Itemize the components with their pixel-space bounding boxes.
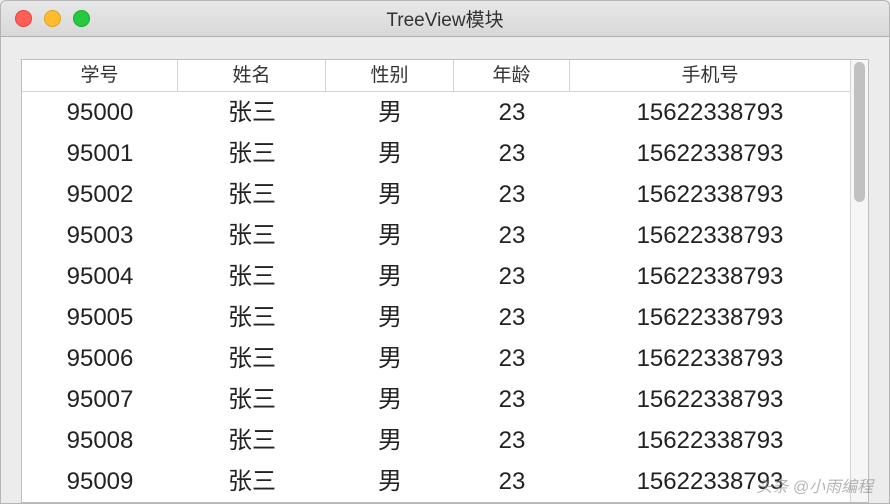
table-cell: 15622338793 <box>570 174 850 215</box>
minimize-icon[interactable] <box>44 10 61 27</box>
table-cell: 15622338793 <box>570 338 850 379</box>
treeview-header-row: 学号 姓名 性别 年龄 手机号 <box>22 60 850 92</box>
table-row[interactable]: 95004张三男2315622338793 <box>22 256 850 297</box>
maximize-icon[interactable] <box>73 10 90 27</box>
table-cell: 95009 <box>22 461 178 502</box>
column-header[interactable]: 性别 <box>326 60 454 91</box>
treeview[interactable]: 学号 姓名 性别 年龄 手机号 95000张三男2315622338793950… <box>21 59 869 503</box>
table-cell: 男 <box>326 256 454 297</box>
table-cell: 23 <box>454 379 570 420</box>
treeview-body: 95000张三男231562233879395001张三男23156223387… <box>22 92 850 502</box>
table-cell: 15622338793 <box>570 133 850 174</box>
table-cell: 23 <box>454 133 570 174</box>
table-cell: 男 <box>326 338 454 379</box>
table-cell: 张三 <box>178 174 326 215</box>
table-cell: 张三 <box>178 215 326 256</box>
scrollbar-thumb[interactable] <box>854 62 865 202</box>
table-row[interactable]: 95003张三男2315622338793 <box>22 215 850 256</box>
table-cell: 23 <box>454 215 570 256</box>
table-cell: 95006 <box>22 338 178 379</box>
table-cell: 23 <box>454 256 570 297</box>
table-cell: 15622338793 <box>570 461 850 502</box>
table-row[interactable]: 95000张三男2315622338793 <box>22 92 850 133</box>
table-cell: 95004 <box>22 256 178 297</box>
table-cell: 张三 <box>178 256 326 297</box>
table-row[interactable]: 95005张三男2315622338793 <box>22 297 850 338</box>
table-cell: 95005 <box>22 297 178 338</box>
table-cell: 张三 <box>178 297 326 338</box>
table-cell: 男 <box>326 174 454 215</box>
table-cell: 男 <box>326 297 454 338</box>
close-icon[interactable] <box>15 10 32 27</box>
table-cell: 15622338793 <box>570 379 850 420</box>
table-cell: 95008 <box>22 420 178 461</box>
column-header[interactable]: 姓名 <box>178 60 326 91</box>
column-header[interactable]: 学号 <box>22 60 178 91</box>
table-row[interactable]: 95009张三男2315622338793 <box>22 461 850 502</box>
table-cell: 男 <box>326 379 454 420</box>
content-area: 学号 姓名 性别 年龄 手机号 95000张三男2315622338793950… <box>1 37 889 503</box>
table-cell: 95003 <box>22 215 178 256</box>
table-cell: 23 <box>454 338 570 379</box>
table-cell: 95000 <box>22 92 178 133</box>
table-cell: 15622338793 <box>570 420 850 461</box>
table-cell: 男 <box>326 215 454 256</box>
table-cell: 95002 <box>22 174 178 215</box>
traffic-lights <box>1 10 90 27</box>
titlebar: TreeView模块 <box>1 1 889 37</box>
table-cell: 张三 <box>178 338 326 379</box>
table-cell: 23 <box>454 174 570 215</box>
table-cell: 男 <box>326 133 454 174</box>
treeview-table: 学号 姓名 性别 年龄 手机号 95000张三男2315622338793950… <box>22 60 850 502</box>
table-row[interactable]: 95001张三男2315622338793 <box>22 133 850 174</box>
table-cell: 23 <box>454 420 570 461</box>
table-cell: 男 <box>326 461 454 502</box>
table-cell: 15622338793 <box>570 92 850 133</box>
table-cell: 23 <box>454 461 570 502</box>
table-cell: 张三 <box>178 92 326 133</box>
table-row[interactable]: 95002张三男2315622338793 <box>22 174 850 215</box>
column-header[interactable]: 手机号 <box>570 60 850 91</box>
table-cell: 15622338793 <box>570 256 850 297</box>
table-cell: 95007 <box>22 379 178 420</box>
table-cell: 95001 <box>22 133 178 174</box>
table-cell: 张三 <box>178 379 326 420</box>
column-header[interactable]: 年龄 <box>454 60 570 91</box>
window-title: TreeView模块 <box>1 5 889 32</box>
table-cell: 张三 <box>178 420 326 461</box>
vertical-scrollbar[interactable] <box>850 60 868 502</box>
table-row[interactable]: 95006张三男2315622338793 <box>22 338 850 379</box>
table-cell: 15622338793 <box>570 297 850 338</box>
table-cell: 15622338793 <box>570 215 850 256</box>
table-cell: 张三 <box>178 461 326 502</box>
app-window: TreeView模块 学号 姓名 性别 年龄 手机号 95000张三男23156… <box>0 0 890 504</box>
table-cell: 男 <box>326 420 454 461</box>
table-cell: 23 <box>454 297 570 338</box>
table-cell: 男 <box>326 92 454 133</box>
table-row[interactable]: 95008张三男2315622338793 <box>22 420 850 461</box>
table-row[interactable]: 95007张三男2315622338793 <box>22 379 850 420</box>
table-cell: 张三 <box>178 133 326 174</box>
table-cell: 23 <box>454 92 570 133</box>
